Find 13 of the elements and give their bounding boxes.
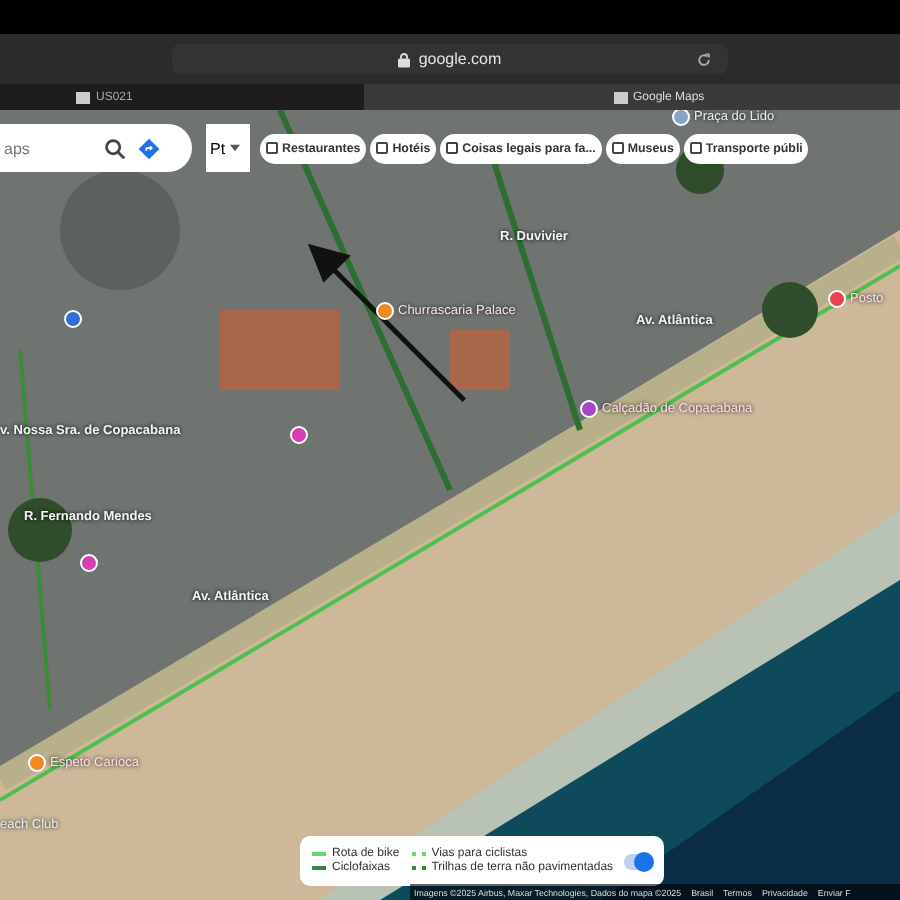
map-pin-icon[interactable] <box>672 110 690 126</box>
directions-icon[interactable] <box>138 137 160 159</box>
lock-icon <box>398 51 411 67</box>
search-field[interactable]: aps <box>0 139 92 157</box>
reload-icon[interactable] <box>696 51 712 67</box>
url-text: google.com <box>418 50 502 68</box>
layer-button[interactable]: Pt <box>206 124 250 172</box>
favicon-icon <box>613 91 627 103</box>
favicon-icon <box>76 91 90 103</box>
toggle-switch[interactable] <box>624 853 652 869</box>
caret-icon <box>229 144 240 152</box>
address-bar[interactable]: google.com <box>172 44 728 74</box>
search-icon[interactable] <box>104 137 126 159</box>
